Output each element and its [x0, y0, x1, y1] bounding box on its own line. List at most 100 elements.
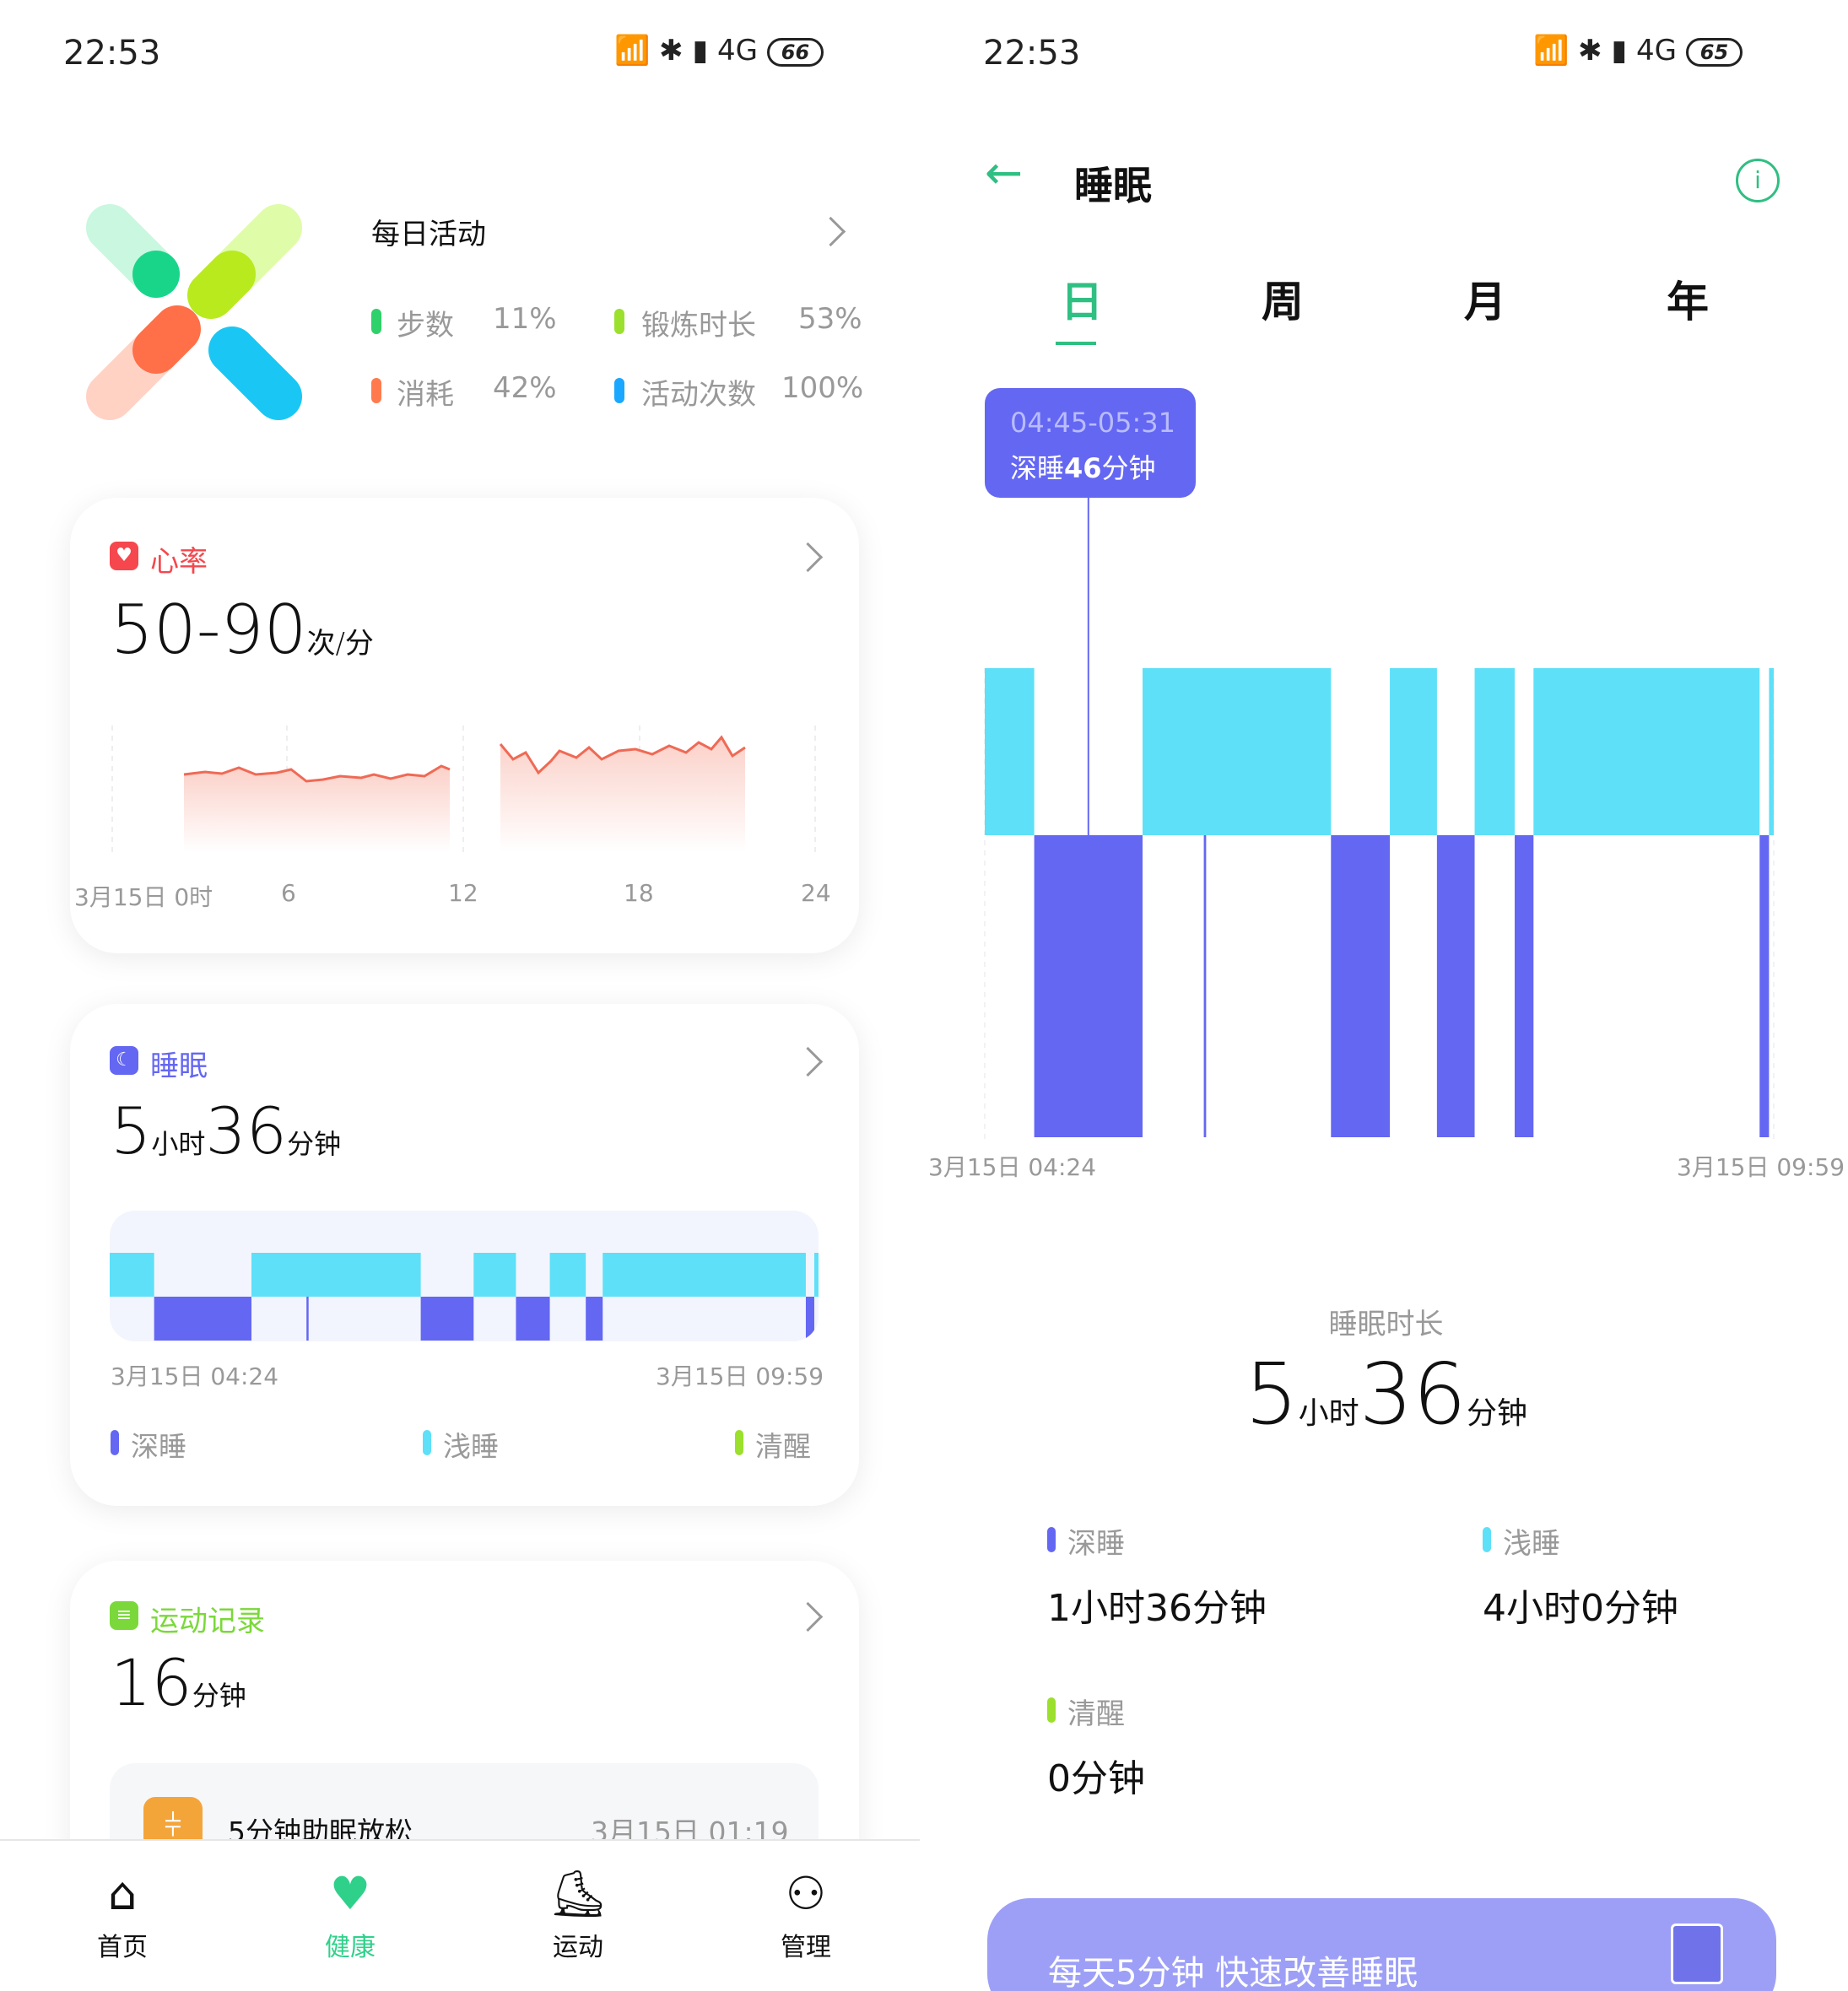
steps-label: 步数	[397, 309, 454, 343]
light-sleep-segment	[1143, 668, 1332, 835]
awake-dot	[1047, 1697, 1056, 1723]
tooltip-time: 04:45-05:31	[1010, 407, 1175, 439]
tab-month[interactable]: 月	[1464, 268, 1506, 329]
deep-sleep-segment	[805, 1297, 814, 1341]
axis-label-6: 6	[281, 879, 296, 907]
deep-sleep-segment	[1331, 835, 1391, 1137]
signal-icon: ▮	[692, 34, 709, 67]
heart-rate-title: 心率	[150, 545, 208, 579]
deep-sleep-segment	[586, 1297, 603, 1341]
light-sleep-segment	[1390, 668, 1437, 835]
chevron-right-icon[interactable]	[792, 542, 824, 573]
legend-awake: 清醒	[755, 1430, 811, 1463]
steps-dot	[371, 309, 381, 334]
heart-rate-card[interactable]: ♥ 心率 50-90次/分 3月15日 0时 6 12 18 24	[70, 498, 859, 953]
sleep-start-time: 3月15日 04:24	[111, 1362, 279, 1390]
calories-value: 42%	[493, 371, 557, 405]
light-sleep-segment	[813, 1253, 819, 1297]
deep-sleep-segment	[1514, 835, 1534, 1137]
axis-label-24: 24	[801, 879, 831, 907]
heart-rate-range: 50-90次/分	[111, 591, 374, 669]
activity-count-label: 活动次数	[641, 378, 756, 412]
activity-count-dot	[614, 378, 624, 403]
home-icon: ⌂	[107, 1867, 138, 1920]
network-label: 4G	[717, 34, 758, 67]
steps-value: 11%	[493, 302, 557, 336]
activity-count-value: 100%	[781, 371, 864, 405]
calories-dot	[371, 378, 381, 403]
nav-health[interactable]: ♥ 健康	[283, 1869, 418, 1963]
sleep-mini-chart	[110, 1211, 819, 1341]
tab-week[interactable]: 周	[1262, 268, 1304, 329]
moon-icon: ☾	[110, 1046, 138, 1075]
tab-year[interactable]: 年	[1667, 268, 1709, 329]
shoe-icon: ⛸	[548, 1867, 608, 1920]
deep-sleep-segment	[1759, 835, 1770, 1137]
light-sleep-segment	[1769, 668, 1774, 835]
battery-icon: 66	[766, 37, 824, 67]
tab-underline	[1056, 342, 1096, 345]
axis-label-12: 12	[448, 879, 478, 907]
bluetooth-icon: ✱	[1578, 34, 1602, 67]
exercise-duration: 16分钟	[111, 1645, 246, 1720]
light-sleep-segment	[602, 1253, 806, 1297]
nav-exercise[interactable]: ⛸ 运动	[511, 1869, 646, 1963]
back-arrow-icon[interactable]: ←	[985, 150, 1023, 196]
awake-dot	[735, 1430, 743, 1455]
axis-label-18: 18	[624, 879, 654, 907]
record-icon: ≡	[110, 1601, 138, 1630]
duration-label: 睡眠时长	[1328, 1308, 1444, 1341]
axis-label-0: 3月15日 0时	[74, 883, 213, 911]
chart-end-time: 3月15日 09:59	[1677, 1153, 1845, 1181]
window-icon	[1671, 1924, 1723, 1984]
light-sleep-dot	[1483, 1527, 1491, 1552]
exercise-dot	[614, 309, 624, 334]
daily-activity-title[interactable]: 每日活动	[371, 211, 486, 252]
sleep-total-duration: 5小时36分钟	[1245, 1345, 1527, 1443]
activity-logo-icon	[84, 202, 304, 422]
battery-icon: 65	[1685, 37, 1743, 67]
light-sleep-segment	[1474, 668, 1515, 835]
sleep-card[interactable]: ☾ 睡眠 5小时36分钟 3月15日 04:24 3月15日 09:59 深睡 …	[70, 1004, 859, 1506]
user-icon: ⚇	[785, 1867, 827, 1920]
deep-sleep-dot	[111, 1430, 119, 1455]
light-sleep-segment	[1533, 668, 1760, 835]
deep-sleep-segment	[306, 1297, 309, 1341]
light-sleep-segment	[549, 1253, 586, 1297]
legend-deep-sleep: 深睡	[131, 1430, 186, 1463]
light-sleep-segment	[110, 1253, 154, 1297]
nav-manage[interactable]: ⚇ 管理	[738, 1869, 873, 1963]
deep-sleep-value: 1小时36分钟	[1047, 1587, 1267, 1630]
heart-icon: ♥	[329, 1867, 371, 1920]
network-label: 4G	[1636, 34, 1677, 67]
exercise-title: 运动记录	[150, 1605, 265, 1638]
bluetooth-icon: ✱	[659, 34, 684, 67]
signal-icon: ▮	[1611, 34, 1628, 67]
tab-day[interactable]: 日	[1061, 268, 1103, 329]
chevron-right-icon[interactable]	[792, 1601, 824, 1632]
info-icon[interactable]: i	[1736, 159, 1780, 202]
sleep-title: 睡眠	[150, 1049, 208, 1083]
awake-value: 0分钟	[1047, 1757, 1145, 1800]
calories-label: 消耗	[397, 378, 454, 412]
light-sleep-segment	[251, 1253, 421, 1297]
status-icons: 📶 ✱ ▮ 4G 66	[614, 34, 824, 67]
chart-start-time: 3月15日 04:24	[928, 1153, 1097, 1181]
banner-text: 每天5分钟 快速改善睡眠	[1048, 1954, 1418, 1991]
chevron-right-icon[interactable]	[792, 1046, 824, 1077]
segment-tooltip: 04:45-05:31 深睡46分钟	[985, 388, 1196, 498]
light-sleep-dot	[423, 1430, 431, 1455]
left-screen: 22:53 📶 ✱ ▮ 4G 66 每日活动 步数 11% 锻炼时长 53% 消…	[0, 0, 920, 1991]
nav-home[interactable]: ⌂ 首页	[55, 1869, 190, 1963]
status-icons: 📶 ✱ ▮ 4G 65	[1533, 34, 1743, 67]
sleep-banner[interactable]: 每天5分钟 快速改善睡眠	[987, 1898, 1776, 1991]
tooltip-text: 深睡46分钟	[1010, 452, 1156, 484]
wifi-icon: 📶	[614, 34, 651, 67]
right-screen: 22:53 📶 ✱ ▮ 4G 65 ← 睡眠 i 日 周 月 年 04:45-0…	[924, 0, 1848, 1991]
light-sleep-label: 浅睡	[1503, 1527, 1560, 1561]
awake-label: 清醒	[1067, 1697, 1125, 1731]
heart-rate-chart	[111, 726, 816, 852]
exercise-time-label: 锻炼时长	[641, 309, 756, 343]
light-sleep-segment	[473, 1253, 516, 1297]
chevron-right-icon[interactable]	[815, 216, 846, 247]
